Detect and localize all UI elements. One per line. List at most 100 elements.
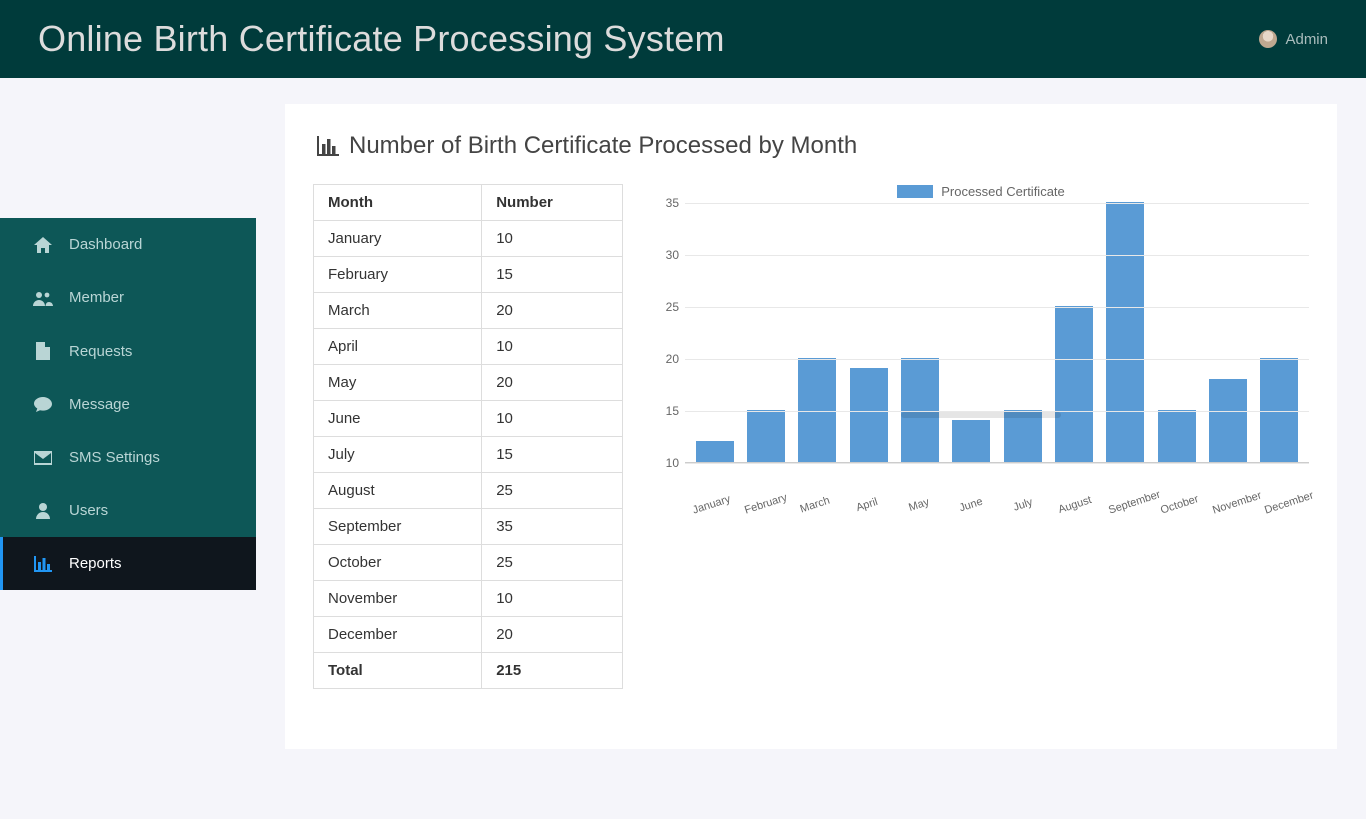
cell-month: June xyxy=(314,401,482,437)
chart: Processed Certificate 101520253035 Janua… xyxy=(653,184,1309,511)
cell-month: April xyxy=(314,329,482,365)
cell-number: 10 xyxy=(482,581,623,617)
chart-bar[interactable] xyxy=(850,368,888,462)
sidebar-item-sms-settings[interactable]: SMS Settings xyxy=(0,431,256,484)
sidebar-item-users[interactable]: Users xyxy=(0,484,256,537)
cell-month: December xyxy=(314,617,482,653)
cell-number: 25 xyxy=(482,545,623,581)
panel-title: Number of Birth Certificate Processed by… xyxy=(313,132,1309,184)
comment-icon xyxy=(32,397,54,413)
cell-number: 20 xyxy=(482,293,623,329)
chart-bar[interactable] xyxy=(1209,379,1247,462)
table-row: April10 xyxy=(314,329,623,365)
cell-month: July xyxy=(314,437,482,473)
cell-number: 10 xyxy=(482,329,623,365)
cell-month: February xyxy=(314,257,482,293)
table-header-month: Month xyxy=(314,185,482,221)
cell-number: 20 xyxy=(482,617,623,653)
y-tick-label: 25 xyxy=(666,300,679,314)
sidebar-item-label: SMS Settings xyxy=(69,449,160,466)
file-icon xyxy=(32,342,54,360)
table-total-row: Total215 xyxy=(314,653,623,689)
y-axis: 101520253035 xyxy=(653,203,685,463)
header: Online Birth Certificate Processing Syst… xyxy=(0,0,1366,78)
avatar xyxy=(1259,30,1277,48)
chart-grid xyxy=(685,203,1309,463)
x-tick-label: February xyxy=(743,493,783,516)
chart-bar[interactable] xyxy=(952,420,990,462)
table-row: August25 xyxy=(314,473,623,509)
panel-title-text: Number of Birth Certificate Processed by… xyxy=(349,132,857,160)
cell-total-value: 215 xyxy=(482,653,623,689)
user-menu[interactable]: Admin xyxy=(1259,30,1328,48)
sidebar-item-label: Message xyxy=(69,396,130,413)
x-tick-label: May xyxy=(899,493,939,516)
cell-month: March xyxy=(314,293,482,329)
sidebar-item-requests[interactable]: Requests xyxy=(0,324,256,378)
x-tick-label: July xyxy=(1003,493,1043,516)
cell-number: 10 xyxy=(482,221,623,257)
chart-bar[interactable] xyxy=(747,410,785,462)
sidebar-item-label: Dashboard xyxy=(69,236,142,253)
chart-bar[interactable] xyxy=(1260,358,1298,462)
chart-plot: 101520253035 xyxy=(653,203,1309,495)
cell-month: November xyxy=(314,581,482,617)
x-tick-label: September xyxy=(1107,493,1147,516)
main-panel: Number of Birth Certificate Processed by… xyxy=(285,104,1337,749)
month-table: Month Number January10February15March20A… xyxy=(313,184,623,689)
user-icon xyxy=(32,503,54,519)
cell-month: January xyxy=(314,221,482,257)
legend-swatch xyxy=(897,185,933,198)
legend-label: Processed Certificate xyxy=(941,184,1065,199)
table-row: November10 xyxy=(314,581,623,617)
table-row: June10 xyxy=(314,401,623,437)
cell-number: 35 xyxy=(482,509,623,545)
grid-line xyxy=(685,255,1309,256)
chart-bar[interactable] xyxy=(901,358,939,462)
y-tick-label: 30 xyxy=(666,248,679,262)
cell-number: 15 xyxy=(482,437,623,473)
x-tick-label: April xyxy=(847,493,887,516)
x-tick-label: January xyxy=(691,493,731,516)
bar-chart-icon xyxy=(317,136,339,156)
y-tick-label: 35 xyxy=(666,196,679,210)
y-tick-label: 10 xyxy=(666,456,679,470)
scrollbar[interactable] xyxy=(901,412,1061,418)
sidebar-item-label: Reports xyxy=(69,555,122,572)
chart-bar[interactable] xyxy=(1158,410,1196,462)
chart-bar[interactable] xyxy=(696,441,734,462)
grid-line xyxy=(685,359,1309,360)
table-row: July15 xyxy=(314,437,623,473)
grid-line xyxy=(685,463,1309,464)
cell-month: October xyxy=(314,545,482,581)
envelope-icon xyxy=(32,451,54,465)
sidebar-item-label: Member xyxy=(69,289,124,306)
user-label: Admin xyxy=(1285,31,1328,48)
cell-month: August xyxy=(314,473,482,509)
home-icon xyxy=(32,237,54,253)
chart-bar[interactable] xyxy=(1106,202,1144,462)
table-header-number: Number xyxy=(482,185,623,221)
table-row: January10 xyxy=(314,221,623,257)
sidebar-item-dashboard[interactable]: Dashboard xyxy=(0,218,256,271)
chart-legend: Processed Certificate xyxy=(653,184,1309,199)
x-tick-label: March xyxy=(795,493,835,516)
bar-chart-icon xyxy=(32,556,54,572)
grid-line xyxy=(685,307,1309,308)
chart-bar[interactable] xyxy=(1055,306,1093,462)
sidebar-item-reports[interactable]: Reports xyxy=(0,537,256,590)
sidebar-item-message[interactable]: Message xyxy=(0,378,256,431)
sidebar-item-member[interactable]: Member xyxy=(0,271,256,324)
sidebar-item-label: Users xyxy=(69,502,108,519)
chart-bar[interactable] xyxy=(798,358,836,462)
cell-number: 20 xyxy=(482,365,623,401)
y-tick-label: 15 xyxy=(666,404,679,418)
table-row: May20 xyxy=(314,365,623,401)
users-icon xyxy=(32,290,54,306)
cell-month: May xyxy=(314,365,482,401)
x-tick-label: June xyxy=(951,493,991,516)
x-axis: JanuaryFebruaryMarchAprilMayJuneJulyAugu… xyxy=(653,499,1309,511)
cell-month: September xyxy=(314,509,482,545)
x-tick-label: August xyxy=(1055,493,1095,516)
x-tick-label: December xyxy=(1263,493,1303,516)
